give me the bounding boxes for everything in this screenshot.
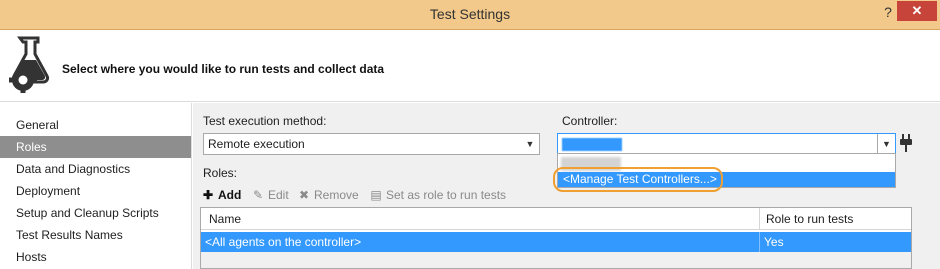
roles-table: Name Role to run tests <All agents on th… — [200, 207, 912, 269]
close-button[interactable]: ✕ — [897, 1, 937, 21]
set-as-role-button[interactable]: ▤ Set as role to run tests — [369, 186, 506, 204]
page-heading: Select where you would like to run tests… — [62, 62, 385, 76]
title-bar: Test Settings ? ✕ — [0, 0, 940, 30]
sidebar-item-roles[interactable]: Roles — [0, 136, 191, 158]
role-icon: ▤ — [370, 188, 382, 202]
table-header: Name Role to run tests — [201, 208, 911, 230]
sidebar-item-hosts[interactable]: Hosts — [0, 246, 191, 268]
sidebar: General Roles Data and Diagnostics Deplo… — [0, 103, 192, 269]
add-icon: ✚ — [202, 188, 214, 202]
window-title: Test Settings — [429, 6, 511, 22]
execution-method-select[interactable]: Remote execution ▼ — [203, 133, 540, 155]
add-role-button[interactable]: ✚ Add — [201, 186, 241, 204]
row-name-cell: <All agents on the controller> — [205, 235, 362, 249]
execution-method-value: Remote execution — [208, 137, 305, 151]
pencil-icon: ✎ — [252, 188, 264, 202]
remove-icon: ✖ — [298, 188, 310, 202]
controller-select[interactable]: ▼ — [557, 133, 896, 155]
row-role-cell: Yes — [764, 235, 784, 249]
page-header: Select where you would like to run tests… — [0, 31, 940, 102]
flask-gear-icon — [9, 36, 49, 93]
controller-value-redacted — [562, 138, 622, 151]
column-divider — [759, 208, 760, 230]
controller-label: Controller: — [562, 114, 618, 128]
table-empty-area — [201, 252, 911, 268]
roles-label: Roles: — [203, 166, 238, 180]
highlight-annotation — [553, 167, 723, 192]
chevron-down-icon[interactable]: ▼ — [877, 134, 895, 154]
column-header-name[interactable]: Name — [209, 212, 241, 226]
sidebar-item-test-results-names[interactable]: Test Results Names — [0, 224, 191, 246]
sidebar-item-data-and-diagnostics[interactable]: Data and Diagnostics — [0, 158, 191, 180]
sidebar-item-general[interactable]: General — [0, 114, 191, 136]
execution-method-label: Test execution method: — [203, 114, 327, 128]
column-header-role[interactable]: Role to run tests — [766, 212, 853, 226]
roles-panel: Test execution method: Remote execution … — [193, 103, 940, 269]
sidebar-item-deployment[interactable]: Deployment — [0, 180, 191, 202]
table-row[interactable]: <All agents on the controller> Yes — [201, 232, 911, 252]
edit-role-button[interactable]: ✎ Edit — [251, 186, 289, 204]
chevron-down-icon[interactable]: ▼ — [521, 134, 539, 154]
plug-icon[interactable] — [899, 133, 913, 153]
column-divider — [759, 232, 760, 252]
remove-role-button[interactable]: ✖ Remove — [297, 186, 359, 204]
help-button[interactable]: ? — [880, 4, 896, 22]
sidebar-item-setup-and-cleanup-scripts[interactable]: Setup and Cleanup Scripts — [0, 202, 191, 224]
